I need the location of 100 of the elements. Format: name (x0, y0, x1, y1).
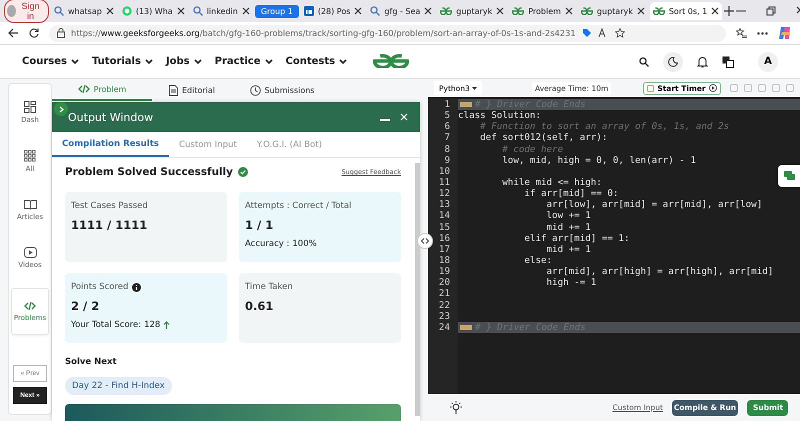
chat-button[interactable] (778, 165, 800, 187)
card-note-label: Your Total Score: (71, 320, 142, 330)
chevron-right-icon (58, 106, 64, 112)
close-tab-icon[interactable] (354, 7, 362, 15)
output-tab[interactable]: Compilation Results (52, 132, 169, 157)
theme-toggle[interactable] (663, 52, 683, 72)
fold-marker-icon[interactable] (460, 324, 472, 330)
avatar-icon (7, 5, 16, 17)
resize-arrows-icon (421, 238, 429, 244)
line-number: 15 (438, 222, 451, 233)
code-line: # Function to sort an array of 0s, 1s, and 2s (479, 121, 730, 132)
card-value: 1111 / 1111 (71, 218, 148, 232)
nav-menu-item[interactable]: Tutorials (92, 56, 153, 67)
line-number: 18 (438, 254, 451, 266)
close-tab-icon[interactable] (636, 7, 645, 15)
info-icon[interactable] (132, 282, 142, 292)
back-icon[interactable] (8, 28, 19, 38)
section-heading: Solve Next (65, 357, 118, 367)
restore-icon[interactable] (766, 6, 776, 16)
browser-tab[interactable]: (13) Wha (118, 2, 188, 20)
code-line: mid += 1 (546, 222, 591, 233)
chat-icon (784, 171, 794, 181)
close-tab-icon[interactable] (176, 7, 185, 15)
line-number: 16 (438, 232, 451, 244)
status-message: Problem Solved Successfully (65, 166, 233, 178)
lightbulb-icon[interactable] (450, 401, 462, 414)
video-icon (24, 247, 36, 258)
gfg-logo-icon (652, 7, 665, 15)
tab-group-label[interactable]: Group 1 (254, 4, 299, 18)
browser-tab[interactable]: guptaryk (578, 2, 648, 20)
line-number: 5 (443, 110, 451, 122)
lock-icon (57, 28, 65, 38)
close-tab-icon[interactable] (242, 7, 250, 15)
gfg-logo-icon (512, 7, 524, 15)
card-label: Time Taken (245, 282, 293, 292)
site-logo[interactable] (373, 54, 409, 68)
favorites-bar-icon[interactable] (736, 28, 747, 38)
gfg-logo-icon (440, 7, 452, 15)
browser-tab[interactable]: Problem (509, 2, 576, 20)
browser-tab[interactable]: linkedin (190, 2, 253, 20)
line-number: 1 (443, 99, 451, 110)
browser-tab[interactable]: gfg - Sea (367, 2, 436, 20)
browser-tab[interactable]: whatsap (51, 2, 117, 20)
chat-icon (122, 6, 132, 16)
card-value: 0.61 (245, 299, 274, 313)
code-line: mid += 1 (546, 244, 591, 255)
line-number: 10 (438, 166, 451, 177)
tag-icon[interactable] (582, 28, 592, 38)
close-tab-icon[interactable] (106, 7, 114, 15)
browser-tab[interactable]: Sort 0s, 1 (650, 2, 722, 20)
line-number: 24 (438, 322, 451, 333)
line-number: 9 (443, 154, 451, 166)
copilot-icon[interactable] (778, 26, 792, 40)
card-value: 2 / 2 (71, 299, 100, 313)
close-tab-icon[interactable] (496, 7, 504, 15)
browser-tab[interactable]: guptaryk (437, 2, 508, 20)
card-value: 1 / 1 (245, 218, 274, 232)
line-number: 7 (443, 132, 451, 144)
fold-marker-icon[interactable] (460, 102, 472, 108)
problem-chip[interactable]: Day 22 - Find H-Index (65, 377, 172, 395)
play-circle-icon (708, 84, 717, 92)
dashboard-icon (24, 101, 36, 113)
close-tab-icon[interactable] (711, 7, 720, 15)
line-number: 13 (438, 199, 451, 210)
code-line: low += 1 (546, 210, 591, 222)
sign-in-button[interactable]: Sign in (4, 0, 50, 23)
user-avatar[interactable]: A (758, 52, 778, 72)
line-number: 23 (438, 310, 451, 322)
line-number: 17 (438, 244, 451, 255)
document-icon (168, 84, 178, 96)
chevron-down-icon (264, 59, 272, 64)
book-icon (24, 199, 36, 210)
more-icon[interactable] (757, 32, 768, 34)
card-note-label: Accuracy : (245, 239, 290, 249)
code-line: if arr[mid] == 0: (523, 188, 618, 200)
code-line: high -= 1 (546, 277, 596, 288)
reload-icon[interactable] (29, 28, 39, 38)
arrow-up-icon (163, 321, 170, 329)
bell-icon[interactable] (697, 56, 708, 68)
card-label: Test Cases Passed (71, 201, 148, 211)
card-label: Attempts : Correct / Total (245, 201, 352, 211)
nav-menu-item[interactable]: Practice (214, 56, 272, 67)
close-tab-icon[interactable] (424, 7, 432, 15)
code-line: arr[low], arr[mid] = arr[mid], arr[low] (546, 199, 762, 210)
search-icon (54, 6, 64, 16)
code-line: while mid <= high: (501, 176, 602, 188)
nav-menu-item[interactable]: Jobs (166, 56, 202, 67)
favorite-icon[interactable] (614, 28, 625, 38)
timer-icon (647, 84, 654, 92)
chevron-down-icon (144, 59, 153, 64)
close-tab-icon[interactable] (564, 7, 573, 15)
code-line: class Solution: (458, 110, 541, 122)
new-tab-icon[interactable] (724, 6, 734, 16)
chevron-down-icon (194, 59, 202, 64)
square-icon (304, 6, 314, 16)
gfg-logo-icon (580, 7, 593, 15)
browser-tab[interactable]: (28) Pos (300, 2, 366, 20)
nav-menu-item[interactable]: Courses (22, 56, 79, 67)
clock-icon (250, 84, 261, 96)
nav-menu-item[interactable]: Contests (286, 56, 348, 67)
